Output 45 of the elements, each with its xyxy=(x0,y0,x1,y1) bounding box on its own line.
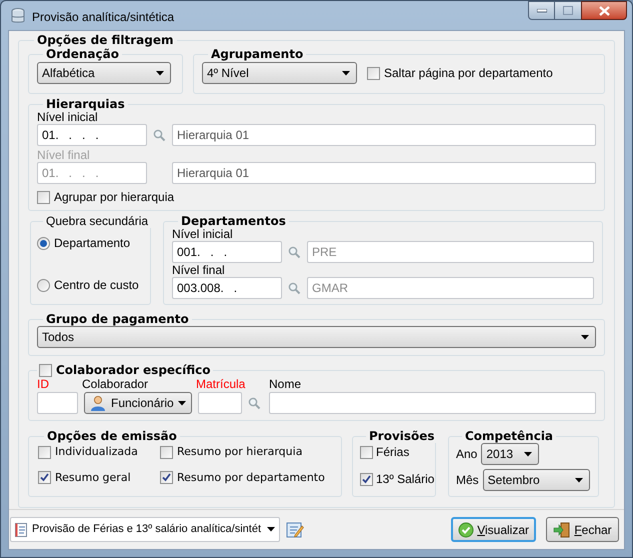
checkbox-label: 13º Salário xyxy=(376,471,434,488)
field-label: Colaborador xyxy=(82,377,148,392)
group-title: Quebra secundária xyxy=(45,214,150,228)
group-title: Colaborador específico xyxy=(56,363,211,377)
group-title: Departamentos xyxy=(180,214,287,228)
payment-group-dropdown[interactable]: Todos xyxy=(37,326,596,348)
input-field[interactable]: Hierarquia 01 xyxy=(172,124,596,146)
year-dropdown[interactable]: 2013 xyxy=(481,443,540,465)
checkbox-label: Agrupar por hierarquia xyxy=(54,189,174,206)
group-title: Provisões xyxy=(368,429,436,443)
input-field[interactable]: 003.008. . xyxy=(172,277,282,299)
field-label: Nível final xyxy=(172,264,225,277)
field-label: Ano xyxy=(456,446,478,463)
field-label: ID xyxy=(37,377,49,392)
radio-label: Centro de custo xyxy=(54,277,139,294)
field-label: Nível final xyxy=(37,149,90,162)
checkbox-label: Resumo geral xyxy=(55,470,131,486)
month-dropdown[interactable]: Setembro xyxy=(482,469,590,491)
group-title: Opções de emissão xyxy=(46,429,178,443)
group-title: Hierarquias xyxy=(45,97,126,111)
input-field[interactable]: 001. . . xyxy=(172,241,282,263)
checkbox-label: Resumo por hierarquia xyxy=(177,444,302,460)
checkbox-label: Saltar página por departamento xyxy=(384,65,553,82)
field-label: Mês xyxy=(456,472,479,489)
group-title: Grupo de pagamento xyxy=(45,312,190,326)
window-title: Provisão analítica/sintética xyxy=(32,9,174,26)
group-title: Competência xyxy=(464,429,554,443)
field-label: Nível inicial xyxy=(37,111,98,124)
checkbox-label: Férias xyxy=(376,444,410,461)
group-title: Opções de filtragem xyxy=(36,33,175,47)
group-title: Ordenação xyxy=(45,47,120,61)
checkbox-label: Resumo por departamento xyxy=(177,470,325,486)
group-title: Agrupamento xyxy=(210,47,304,61)
input-field[interactable]: 01. . . . xyxy=(37,124,147,146)
radio-label: Departamento xyxy=(54,235,130,252)
field-label: Matrícula xyxy=(196,377,246,392)
view-button[interactable]: Visualizar xyxy=(451,517,536,542)
close-button[interactable]: Fechar xyxy=(546,517,619,542)
field-label: Nível inicial xyxy=(172,228,233,241)
ordering-dropdown[interactable]: Alfabética xyxy=(37,62,171,84)
employee-type-dropdown[interactable]: Funcionário xyxy=(84,392,192,414)
field-label: Nome xyxy=(269,377,302,392)
report-dropdown[interactable]: Provisão de Férias e 13º salário analítica/sintét xyxy=(10,517,280,542)
checkbox-label: Individualizada xyxy=(55,444,138,460)
grouping-dropdown[interactable]: 4º Nível xyxy=(202,62,357,84)
